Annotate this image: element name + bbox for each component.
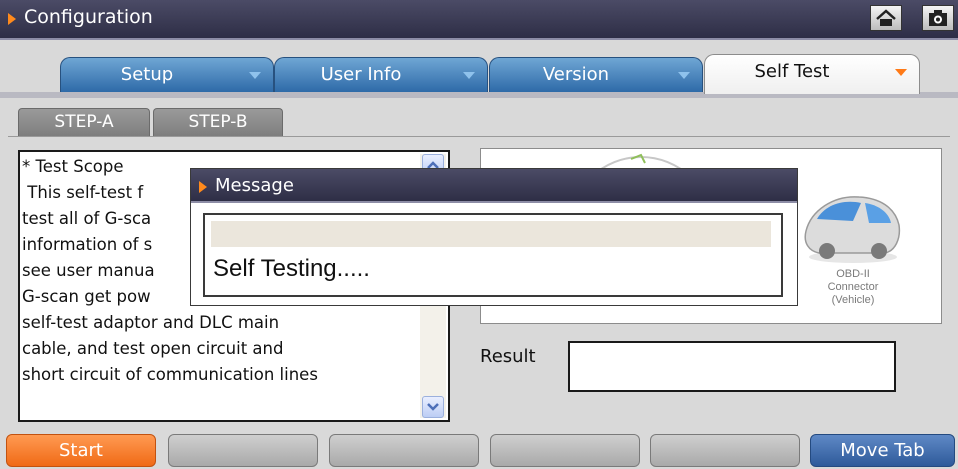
tab-label: User Info (320, 64, 402, 85)
connector-label-line: OBD-II (836, 268, 870, 280)
progress-bar (211, 221, 771, 247)
step-tab-b[interactable]: STEP-B (153, 108, 283, 136)
message-dialog: Message Self Testing..... (190, 168, 798, 306)
dialog-title-bar: Message (191, 169, 797, 203)
home-icon (876, 9, 896, 26)
description-line: cable, and test open circuit and (22, 339, 284, 358)
tab-label: Version (542, 64, 610, 85)
camera-button[interactable] (922, 5, 954, 31)
tab-user-info[interactable]: User Info (274, 57, 488, 92)
connector-label-line: Connector (827, 281, 879, 293)
window-title: Configuration (24, 6, 153, 28)
chevron-down-icon[interactable] (678, 72, 690, 79)
result-field[interactable] (568, 341, 896, 392)
tab-self-test[interactable]: Self Test (704, 54, 920, 94)
tab-version[interactable]: Version (489, 57, 703, 92)
title-bar: Configuration (0, 0, 958, 40)
description-line: short circuit of communication lines (22, 365, 318, 384)
function-button-2[interactable] (168, 434, 318, 467)
step-tab-a[interactable]: STEP-A (18, 108, 150, 136)
car-icon (804, 196, 901, 263)
chevron-down-icon[interactable] (463, 72, 475, 79)
main-tabs: Setup User Info Version Self Test (0, 40, 958, 102)
chevron-down-icon[interactable] (249, 72, 261, 79)
title-arrow-icon (8, 13, 16, 25)
function-button-5[interactable] (650, 434, 800, 467)
home-button[interactable] (870, 5, 902, 31)
start-button[interactable]: Start (6, 434, 156, 467)
tab-label: Self Test (754, 61, 830, 82)
chevron-down-icon (427, 403, 439, 411)
dialog-arrow-icon (199, 181, 207, 193)
result-label: Result (480, 346, 536, 367)
function-button-3[interactable] (329, 434, 479, 467)
camera-icon (929, 10, 947, 26)
dialog-message: Self Testing..... (213, 255, 370, 282)
tab-setup[interactable]: Setup (60, 57, 274, 92)
move-tab-button[interactable]: Move Tab (810, 434, 955, 467)
connector-label: OBD-II Connector (Vehicle) (803, 268, 903, 307)
chevron-down-icon[interactable] (895, 69, 907, 76)
dialog-body: Self Testing..... (203, 213, 783, 297)
dialog-title: Message (215, 175, 294, 196)
description-line: self-test adaptor and DLC main (22, 313, 280, 332)
connector-label-line: (Vehicle) (831, 294, 875, 306)
tab-label: Setup (120, 64, 174, 85)
scroll-down-button[interactable] (422, 396, 444, 418)
function-button-4[interactable] (490, 434, 640, 467)
